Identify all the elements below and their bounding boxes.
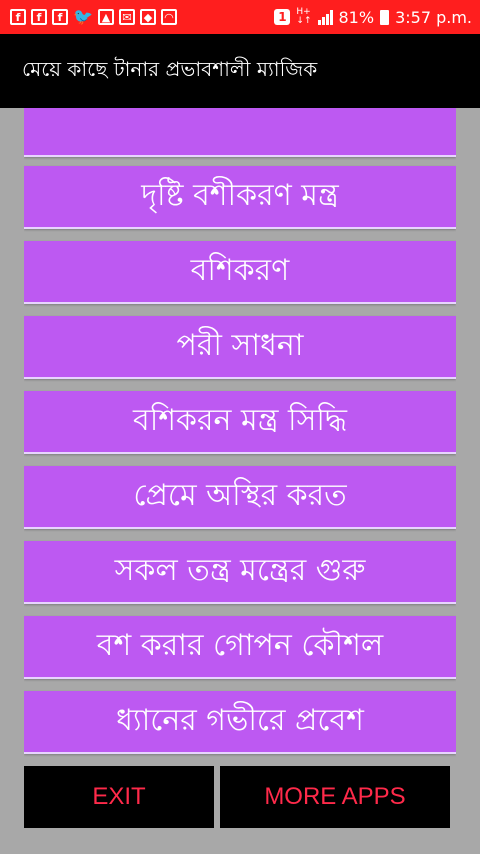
status-bar: f f f 🐦 ▲ ✉ ◆ ◠ 1 H+ ↓↑ 81% 3:57 p.m. [0,0,480,34]
facebook-icon: f [31,9,47,25]
menu-item[interactable]: পরী সাধনা [24,316,456,379]
menu-item[interactable]: বশ করার গোপন কৌশল [24,616,456,679]
menu-item[interactable]: ধ্যানের গভীরে প্রবেশ [24,691,456,754]
menu-item-label: প্রেমে অস্থির করত [133,478,347,513]
menu-item[interactable]: দৃষ্টি বশীকরণ মন্ত্র [24,166,456,229]
menu-item-label: দৃষ্টি বশীকরণ মন্ত্র [141,178,339,213]
menu-item-label: পরী সাধনা [176,328,304,363]
gmail-icon: ✉ [118,9,135,25]
menu-item-label: বশিকরণ [190,253,290,288]
battery-icon [380,9,390,25]
system-status: 1 H+ ↓↑ 81% 3:57 p.m. [274,8,472,27]
menu-item[interactable]: সকল তন্ত্র মন্ত্রের গুরু [24,541,456,604]
menu-list[interactable]: নারী বশ করার টোটকা দৃষ্টি বশীকরণ মন্ত্র … [24,108,456,758]
menu-item-label: সকল তন্ত্র মন্ত্রের গুরু [114,553,366,588]
clock: 3:57 p.m. [395,7,472,27]
menu-item-label: বশিকরন মন্ত্র সিদ্ধি [133,403,347,438]
app-icon: ◆ [139,9,156,25]
menu-item-label: ধ্যানের গভীরে প্রবেশ [116,703,364,738]
app-title: মেয়ে কাছে টানার প্রভাবশালী ম্যাজিক [22,56,318,81]
facebook-icon: f [52,9,68,25]
wifi-icon: ◠ [160,9,177,25]
menu-item[interactable]: নারী বশ করার টোটকা [24,108,456,157]
menu-item[interactable]: প্রেমে অস্থির করত [24,466,456,529]
twitter-icon: 🐦 [73,7,93,26]
gallery-icon: ▲ [97,9,114,25]
network-type-icon: H+ ↓↑ [296,7,312,26]
notification-icons: f f f 🐦 ▲ ✉ ◆ ◠ [10,9,177,25]
facebook-icon: f [10,9,26,25]
notification-count: 1 [274,9,291,25]
menu-item[interactable]: বশিকরণ [24,241,456,304]
menu-item[interactable]: বশিকরন মন্ত্র সিদ্ধি [24,391,456,454]
app-bar: মেয়ে কাছে টানার প্রভাবশালী ম্যাজিক [0,34,480,108]
menu-item-label: বশ করার গোপন কৌশল [96,628,384,663]
more-apps-button[interactable]: MORE APPS [220,766,450,828]
exit-button[interactable]: EXIT [24,766,214,828]
battery-percent: 81% [338,7,375,27]
signal-icon [317,9,333,25]
menu-item-label: নারী বশ করার টোটকা [110,108,371,121]
